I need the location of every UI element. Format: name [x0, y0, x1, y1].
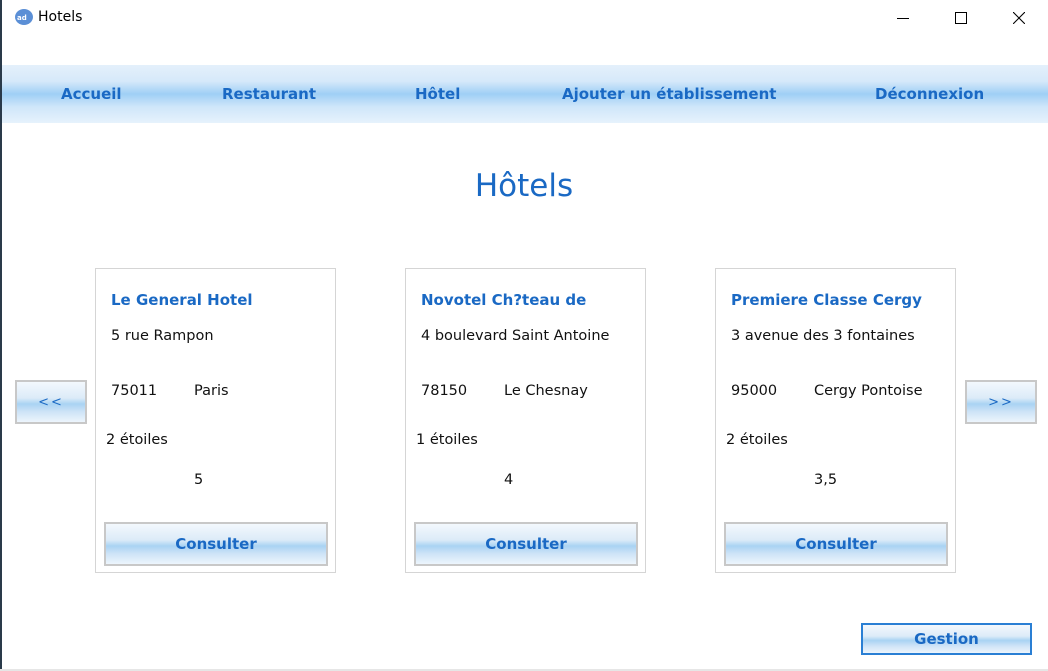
hotel-stars: 2 étoiles	[106, 432, 168, 448]
hotel-stars: 2 étoiles	[726, 432, 788, 448]
hotel-name: Premiere Classe Cergy	[731, 291, 922, 309]
hotel-stars: 1 étoiles	[416, 432, 478, 448]
window-title: Hotels	[38, 9, 83, 25]
hotel-city: Le Chesnay	[504, 383, 588, 399]
menu-item-restaurant[interactable]: Restaurant	[222, 85, 316, 103]
gestion-button[interactable]: Gestion	[861, 623, 1032, 655]
minimize-icon	[897, 18, 909, 19]
previous-button[interactable]: <<	[15, 380, 87, 424]
hotel-rating: 3,5	[814, 472, 838, 488]
hotel-name: Novotel Ch?teau de	[421, 291, 587, 309]
hotel-card: Le General Hotel 5 rue Rampon 75011 Pari…	[95, 268, 336, 573]
menu-item-accueil[interactable]: Accueil	[61, 85, 122, 103]
consult-button[interactable]: Consulter	[104, 522, 328, 566]
consult-button[interactable]: Consulter	[724, 522, 948, 566]
maximize-icon	[955, 12, 967, 24]
page-title: Hôtels	[474, 168, 574, 204]
minimize-button[interactable]	[874, 0, 932, 36]
next-button[interactable]: >>	[965, 380, 1037, 424]
title-bar: ad Hotels	[2, 0, 1048, 36]
hotel-city: Cergy Pontoise	[814, 383, 923, 399]
hotel-zip: 95000	[731, 383, 778, 399]
close-icon	[1013, 12, 1025, 24]
maximize-button[interactable]	[932, 0, 990, 36]
app-icon: ad	[15, 9, 33, 25]
hotel-zip: 78150	[421, 383, 468, 399]
menu-item-deconnexion[interactable]: Déconnexion	[875, 85, 984, 103]
menu-bar: Accueil Restaurant Hôtel Ajouter un étab…	[2, 65, 1048, 123]
hotel-address: 3 avenue des 3 fontaines	[731, 328, 915, 344]
hotel-name: Le General Hotel	[111, 291, 253, 309]
hotel-city: Paris	[194, 383, 229, 399]
hotel-card: Novotel Ch?teau de 4 boulevard Saint Ant…	[405, 268, 646, 573]
consult-button[interactable]: Consulter	[414, 522, 638, 566]
menu-item-ajouter-etablissement[interactable]: Ajouter un établissement	[562, 85, 776, 103]
hotel-address: 4 boulevard Saint Antoine	[421, 328, 610, 344]
hotel-card: Premiere Classe Cergy 3 avenue des 3 fon…	[715, 268, 956, 573]
hotel-address: 5 rue Rampon	[111, 328, 214, 344]
svg-text:ad: ad	[17, 14, 27, 22]
hotel-rating: 5	[194, 472, 204, 488]
hotel-rating: 4	[504, 472, 514, 488]
menu-item-hotel[interactable]: Hôtel	[415, 85, 460, 103]
close-button[interactable]	[990, 0, 1048, 36]
hotel-zip: 75011	[111, 383, 158, 399]
